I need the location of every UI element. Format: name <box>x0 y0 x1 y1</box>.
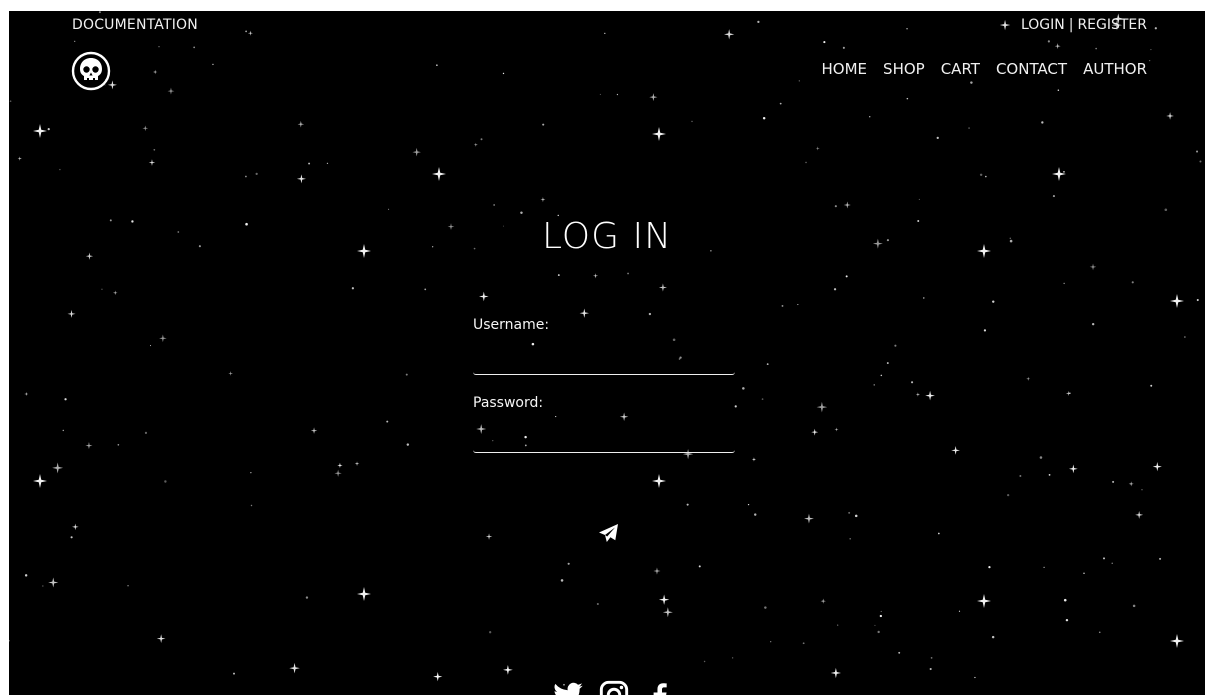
password-label: Password: <box>473 395 544 411</box>
documentation-link[interactable]: DOCUMENTATION <box>72 17 198 33</box>
submit-button[interactable] <box>594 518 624 548</box>
login-page: DOCUMENTATION LOGIN | REGISTER HOME SHOP… <box>9 11 1205 695</box>
twitter-icon[interactable] <box>552 679 584 695</box>
password-field[interactable] <box>473 423 735 453</box>
facebook-icon[interactable] <box>644 679 676 695</box>
social-links <box>552 679 676 695</box>
nav-item-shop[interactable]: SHOP <box>883 60 925 78</box>
nav-item-author[interactable]: AUTHOR <box>1083 60 1147 78</box>
auth-separator: | <box>1068 17 1074 33</box>
main-nav: HOME SHOP CART CONTACT AUTHOR <box>822 60 1147 78</box>
username-field[interactable] <box>473 345 735 375</box>
login-form: Username: Password: <box>473 317 735 473</box>
register-link[interactable]: REGISTER <box>1077 17 1147 33</box>
paper-plane-icon <box>599 524 618 542</box>
page-title: LOG IN <box>542 216 672 257</box>
instagram-icon[interactable] <box>598 679 630 695</box>
login-link[interactable]: LOGIN <box>1021 17 1065 33</box>
nav-item-home[interactable]: HOME <box>822 60 868 78</box>
skull-logo-icon[interactable] <box>71 51 111 91</box>
nav-item-contact[interactable]: CONTACT <box>996 60 1067 78</box>
auth-links: LOGIN | REGISTER <box>1021 17 1147 33</box>
nav-item-cart[interactable]: CART <box>941 60 980 78</box>
username-label: Username: <box>473 317 550 333</box>
